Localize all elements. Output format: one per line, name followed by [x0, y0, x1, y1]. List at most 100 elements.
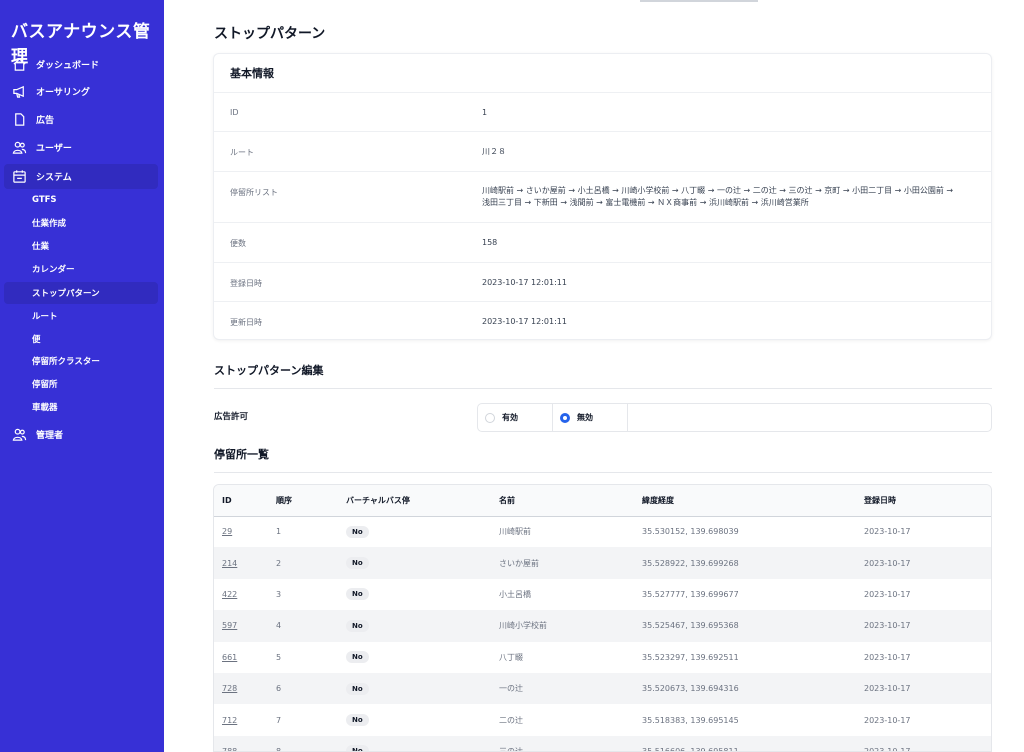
virtual-badge: No [346, 619, 369, 632]
cell-latlng: 35.523297, 139.692511 [642, 652, 739, 662]
sidebar-item-label: ユーザー [36, 144, 72, 154]
document-icon [11, 112, 27, 128]
virtual-badge: No [346, 682, 369, 695]
divider [214, 388, 992, 389]
stop-list-title: 停留所一覧 [214, 448, 269, 461]
cell-name: 三の辻 [499, 735, 642, 751]
sidebar-subitem-trip[interactable]: 便 [4, 328, 158, 350]
column-header-name[interactable]: 名前 [499, 485, 642, 517]
cell-latlng: 35.527777, 139.699677 [642, 589, 739, 599]
stop-id-link[interactable]: 788 [222, 747, 237, 751]
stop-id-link[interactable]: 597 [222, 621, 237, 630]
ad-permission-radio-group: 有効 無効 [477, 403, 992, 432]
cell-created: 2023-10-17 [864, 735, 991, 751]
info-row-created: 登録日時 2023-10-17 12:01:11 [214, 262, 991, 301]
stops-table: ID 順序 バーチャルバス停 名前 緯度経度 登録日時 29 1 No 川崎駅前… [213, 484, 992, 752]
sidebar-item-authoring[interactable]: オーサリング [4, 79, 158, 104]
sidebar-item-label: ダッシュボード [36, 61, 100, 71]
table-row: 661 5 No 八丁畷 35.523297, 139.692511 2023-… [214, 642, 991, 673]
edit-section-title: ストップパターン編集 [214, 364, 324, 377]
users-icon [11, 427, 27, 443]
sidebar-item-system[interactable]: システム [4, 164, 158, 189]
cell-name: 一の辻 [499, 672, 642, 705]
sidebar-item-label: オーサリング [36, 88, 90, 98]
info-key: 更新日時 [230, 318, 262, 327]
stop-id-link[interactable]: 728 [222, 684, 237, 693]
home-icon [11, 57, 27, 73]
cell-created: 2023-10-17 [864, 610, 991, 642]
info-row-trip-count: 便数 158 [214, 222, 991, 262]
stop-id-link[interactable]: 214 [222, 559, 237, 568]
cell-order: 2 [276, 547, 346, 579]
info-value: 川崎駅前 → さいか屋前 → 小土呂橋 → 川崎小学校前 → 八丁畷 → 一の辻… [482, 186, 954, 207]
stop-id-link[interactable]: 712 [222, 716, 237, 725]
virtual-badge: No [346, 651, 369, 664]
stop-id-link[interactable]: 422 [222, 590, 237, 599]
sidebar-item-ads[interactable]: 広告 [4, 107, 158, 132]
radio-label: 無効 [577, 413, 593, 422]
cell-latlng: 35.520673, 139.694316 [642, 672, 864, 705]
sidebar-item-label: システム [36, 173, 72, 183]
megaphone-icon [11, 84, 27, 100]
cell-order: 4 [276, 610, 346, 642]
table-row: 422 3 No 小土呂橋 35.527777, 139.699677 2023… [214, 579, 991, 610]
table-row: 728 6 No 一の辻 35.520673, 139.694316 2023-… [214, 672, 991, 705]
cell-latlng: 35.530152, 139.698039 [642, 527, 739, 537]
info-key: ID [230, 108, 239, 117]
info-value: 1 [482, 108, 488, 117]
info-key: 便数 [230, 239, 246, 248]
table-row: 712 7 No 二の辻 35.518383, 139.695145 2023-… [214, 704, 991, 735]
cell-name: さいか屋前 [499, 547, 642, 579]
info-key: ルート [230, 148, 254, 157]
calendar-icon [11, 169, 27, 185]
radio-circle[interactable] [485, 412, 495, 423]
column-header-id[interactable]: ID [214, 485, 276, 517]
cell-created: 2023-10-17 [864, 527, 911, 537]
info-value: 2023-10-17 12:01:11 [482, 278, 567, 287]
info-row-stop-list: 停留所リスト 川崎駅前 → さいか屋前 → 小土呂橋 → 川崎小学校前 → 八丁… [214, 171, 991, 222]
sidebar-subitem-calendar[interactable]: カレンダー [4, 258, 158, 280]
stop-id-link[interactable]: 661 [222, 653, 237, 662]
cell-name: 川崎駅前 [499, 527, 531, 537]
table-row: 597 4 No 川崎小学校前 35.525467, 139.695368 20… [214, 610, 991, 642]
virtual-badge: No [346, 588, 369, 601]
cell-name: 川崎小学校前 [499, 610, 642, 642]
page-title: ストップパターン [214, 26, 326, 42]
cell-order: 8 [276, 735, 346, 751]
basic-info-card: 基本情報 ID 1 ルート 川２８ 停留所リスト 川崎駅前 → さいか屋前 → … [213, 53, 992, 340]
column-header-order[interactable]: 順序 [276, 485, 346, 517]
info-key: 停留所リスト [230, 188, 278, 197]
radio-enabled[interactable]: 有効 [478, 404, 553, 431]
sidebar-subitem-onboard-device[interactable]: 車載器 [4, 396, 158, 418]
column-header-virtual[interactable]: バーチャルバス停 [346, 485, 499, 517]
info-key: 登録日時 [230, 279, 262, 288]
sidebar-subitem-stop-pattern[interactable]: ストップパターン [4, 282, 158, 304]
table-header-row: ID 順序 バーチャルバス停 名前 緯度経度 登録日時 [214, 485, 991, 517]
sidebar-subitem-route[interactable]: ルート [4, 305, 158, 327]
table-row: 788 8 No 三の辻 35.516606, 139.695811 2023-… [214, 735, 991, 751]
info-row-route: ルート 川２８ [214, 131, 991, 171]
radio-disabled[interactable]: 無効 [553, 404, 628, 431]
cell-latlng: 35.528922, 139.699268 [642, 547, 864, 579]
cell-order: 5 [276, 652, 282, 662]
sidebar-subitem-shift-create[interactable]: 仕業作成 [4, 212, 158, 234]
virtual-badge: No [346, 714, 369, 727]
sidebar-item-admin[interactable]: 管理者 [4, 422, 158, 447]
info-value: 2023-10-17 12:01:11 [482, 317, 567, 326]
radio-label: 有効 [502, 413, 518, 422]
sidebar-subitem-stop-cluster[interactable]: 停留所クラスター [4, 350, 158, 372]
cell-name: 八丁畷 [499, 652, 523, 662]
users-icon [11, 140, 27, 156]
stop-id-link[interactable]: 29 [222, 527, 232, 536]
column-header-created[interactable]: 登録日時 [864, 485, 991, 517]
cell-order: 3 [276, 589, 282, 599]
sidebar-subitem-gtfs[interactable]: GTFS [4, 189, 158, 211]
sidebar-item-users[interactable]: ユーザー [4, 135, 158, 160]
sidebar-subitem-stop[interactable]: 停留所 [4, 373, 158, 395]
sidebar-item-dashboard[interactable]: ダッシュボード [4, 52, 158, 77]
sidebar-subitem-shift[interactable]: 仕業 [4, 235, 158, 257]
radio-circle-checked[interactable] [560, 412, 570, 423]
sidebar-item-label: 管理者 [36, 431, 64, 441]
top-scroll-indicator [640, 0, 758, 2]
column-header-latlng[interactable]: 緯度経度 [642, 485, 864, 517]
